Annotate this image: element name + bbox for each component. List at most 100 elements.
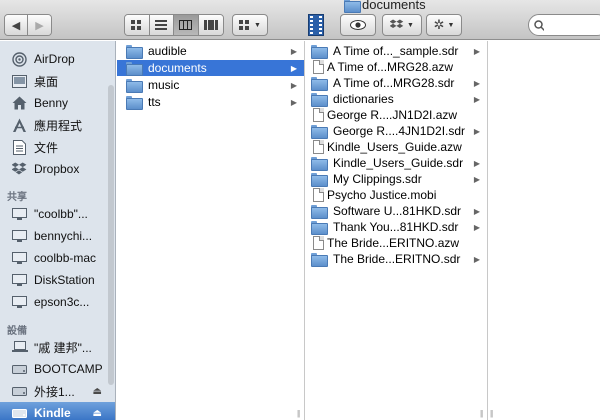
folder-icon — [311, 204, 328, 219]
column-resize-handle[interactable]: || — [480, 409, 483, 418]
list-item[interactable]: The Bride...ERITNO.sdr ▶ — [305, 251, 487, 267]
list-item[interactable]: tts ▶ — [117, 94, 304, 110]
sidebar-header-devices: 設備 — [7, 326, 27, 337]
column-resize-handle[interactable]: || — [297, 409, 300, 418]
sidebar-item-airdrop[interactable]: AirDrop — [0, 48, 115, 70]
computer-icon — [11, 229, 28, 244]
back-button[interactable]: ◀ — [5, 15, 29, 35]
chevron-left-icon: ◀ — [11, 19, 21, 32]
eject-icon[interactable]: ⏏ — [93, 386, 102, 397]
list-item[interactable]: My Clippings.sdr ▶ — [305, 171, 487, 187]
gear-icon: ✲ — [433, 17, 445, 32]
sidebar-item-dropbox[interactable]: Dropbox — [0, 158, 115, 180]
sidebar-item-desktop[interactable]: 桌面 — [0, 70, 115, 92]
sidebar-item-label: 文件 — [34, 140, 59, 155]
sidebar-item-device-bootcamp[interactable]: BOOTCAMP — [0, 358, 115, 380]
chevron-right-icon: ▶ — [35, 19, 44, 32]
folder-icon — [126, 95, 143, 110]
list-item[interactable]: The Bride...ERITNO.azw — [305, 235, 487, 251]
sidebar-item-device-external[interactable]: 外接1... ⏏ — [0, 380, 115, 402]
item-label: Psycho Justice.mobi — [327, 188, 437, 202]
folder-icon — [126, 61, 143, 76]
list-item[interactable]: A Time of...MRG28.sdr ▶ — [305, 75, 487, 91]
item-label: George R....JN1D2I.azw — [327, 108, 458, 122]
item-label: Software U...81HKD.sdr — [333, 204, 462, 218]
dropbox-button[interactable]: ▼ — [382, 14, 422, 36]
documents-icon — [11, 139, 28, 155]
search-field[interactable] — [528, 14, 600, 36]
chevron-down-icon: ▼ — [447, 21, 455, 29]
eject-icon[interactable]: ⏏ — [93, 408, 102, 419]
film-icon — [308, 14, 324, 36]
sidebar-item-shared-coolbb[interactable]: "coolbb"... — [0, 203, 115, 225]
sidebar-scrollbar[interactable] — [108, 85, 114, 385]
icon-view-button[interactable] — [125, 15, 150, 35]
coverflow-view-icon — [203, 20, 218, 30]
quicklook-button[interactable] — [340, 14, 376, 36]
forward-button[interactable]: ▶ — [28, 15, 51, 35]
sidebar: AirDrop 桌面 Benny 應用程式 文件 Dropbox 共享 "coo… — [0, 41, 116, 420]
dropbox-icon — [11, 162, 28, 177]
column-view-icon — [179, 20, 193, 30]
eye-icon — [350, 20, 366, 30]
list-item[interactable]: Kindle_Users_Guide.azw — [305, 139, 487, 155]
sidebar-item-shared-diskstation[interactable]: DiskStation — [0, 269, 115, 291]
airdrop-icon — [11, 51, 28, 67]
sidebar-item-shared-coolbb-mac[interactable]: coolbb-mac — [0, 247, 115, 269]
disclosure-arrow-icon: ▶ — [290, 97, 297, 107]
disk-icon — [11, 406, 28, 420]
list-item[interactable]: documents ▶ — [117, 60, 304, 76]
disclosure-arrow-icon: ▶ — [473, 254, 480, 264]
sidebar-item-label: Dropbox — [34, 162, 80, 176]
list-item[interactable]: Psycho Justice.mobi — [305, 187, 487, 203]
sidebar-item-label: 應用程式 — [34, 118, 83, 133]
list-item[interactable]: Thank You...81HKD.sdr ▶ — [305, 219, 487, 235]
column-1: audible ▶ documents ▶ music ▶ tts ▶ || — [117, 41, 305, 420]
list-item[interactable]: Kindle_Users_Guide.sdr ▶ — [305, 155, 487, 171]
sidebar-item-device-laptop[interactable]: "戚 建邦"... — [0, 336, 115, 358]
sidebar-item-documents[interactable]: 文件 — [0, 136, 115, 158]
sidebar-item-shared-epson[interactable]: epson3c... — [0, 291, 115, 313]
list-item[interactable]: audible ▶ — [117, 43, 304, 59]
document-icon — [313, 60, 324, 74]
window-title-text: documents — [362, 0, 426, 12]
list-item[interactable]: George R....4JN1D2I.sdr ▶ — [305, 123, 487, 139]
sidebar-item-label: Benny — [34, 96, 69, 110]
arrange-grid-icon — [239, 19, 250, 30]
sidebar-item-label: Kindle — [34, 406, 71, 420]
sidebar-item-label: BOOTCAMP — [34, 362, 103, 376]
list-item[interactable]: A Time of..._sample.sdr ▶ — [305, 43, 487, 59]
sidebar-item-applications[interactable]: 應用程式 — [0, 114, 115, 136]
list-item[interactable]: music ▶ — [117, 77, 304, 93]
arrange-button[interactable]: ▼ — [232, 14, 268, 36]
list-item[interactable]: A Time of...MRG28.azw — [305, 59, 487, 75]
chevron-down-icon: ▼ — [254, 21, 261, 29]
sidebar-item-label: bennychi... — [34, 229, 93, 243]
sidebar-item-label: DiskStation — [34, 273, 95, 287]
window-title: documents — [344, 0, 426, 13]
list-item[interactable]: George R....JN1D2I.azw — [305, 107, 487, 123]
toolbar: documents ◀ ▶ ▼ ▼ ✲ ▼ — [0, 0, 600, 40]
sidebar-item-shared-bennychi[interactable]: bennychi... — [0, 225, 115, 247]
disclosure-arrow-icon: ▶ — [290, 80, 297, 90]
action-button[interactable]: ✲ ▼ — [426, 14, 462, 36]
sidebar-item-label: coolbb-mac — [34, 251, 97, 265]
search-input[interactable] — [547, 19, 600, 31]
sidebar-item-device-kindle[interactable]: Kindle ⏏ — [0, 402, 115, 420]
home-icon — [11, 96, 28, 111]
item-label: A Time of...MRG28.sdr — [333, 76, 455, 90]
laptop-icon — [11, 340, 28, 355]
sidebar-item-benny[interactable]: Benny — [0, 92, 115, 114]
list-item[interactable]: Software U...81HKD.sdr ▶ — [305, 203, 487, 219]
desktop-icon — [11, 74, 28, 89]
column-view-button[interactable] — [174, 15, 199, 35]
disclosure-arrow-icon: ▶ — [473, 94, 480, 104]
coverflow-view-button[interactable] — [198, 15, 223, 35]
item-label: tts — [148, 95, 161, 109]
column-resize-handle[interactable]: || — [490, 409, 493, 418]
list-view-button[interactable] — [149, 15, 174, 35]
document-icon — [313, 236, 324, 250]
item-label: audible — [148, 44, 187, 58]
search-icon — [534, 19, 544, 31]
list-item[interactable]: dictionaries ▶ — [305, 91, 487, 107]
